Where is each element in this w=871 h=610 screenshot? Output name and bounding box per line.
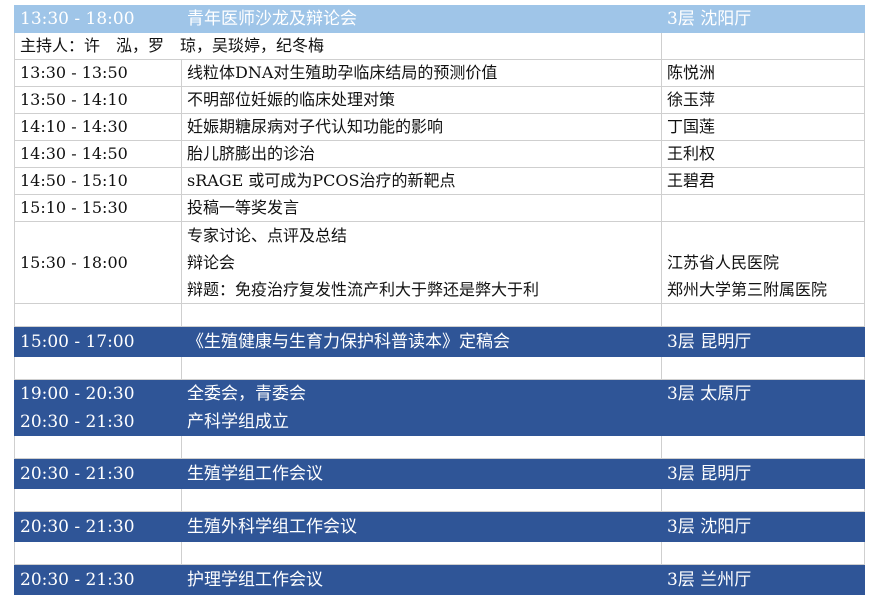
session-title: 产科学组成立 <box>181 407 662 436</box>
session-room: 3层 昆明厅 <box>661 458 865 489</box>
session-header-book: 15:00 - 17:00 《生殖健康与生育力保护科普读本》定稿会 3层 昆明厅 <box>14 326 865 357</box>
spacer-row <box>14 303 865 327</box>
session-title: 生殖学组工作会议 <box>181 458 662 489</box>
empty-cell <box>14 356 182 380</box>
talk-row: 13:50 - 14:10 不明部位妊娠的临床处理对策 徐玉萍 <box>14 86 865 114</box>
schedule-table: 13:30 - 18:00 青年医师沙龙及辩论会 3层 沈阳厅 主持人：许 泓，… <box>14 5 865 595</box>
session-header-surgery-group: 20:30 - 21:30 生殖外科学组工作会议 3层 沈阳厅 <box>14 511 865 542</box>
debate-line-3: 辩题：免疫治疗复发性流产利大于弊还是弊大于利 <box>187 280 540 299</box>
talk-speaker: 王利权 <box>661 140 865 168</box>
debate-line-2: 辩论会 <box>187 253 236 272</box>
session-title: 《生殖健康与生育力保护科普读本》定稿会 <box>181 326 662 357</box>
session-title: 护理学组工作会议 <box>181 564 662 595</box>
talk-topic: 线粒体DNA对生殖助孕临床结局的预测价值 <box>181 59 662 87</box>
talk-topic: 妊娠期糖尿病对子代认知功能的影响 <box>181 113 662 141</box>
talk-time: 14:10 - 14:30 <box>14 113 182 141</box>
session-header-committee: 19:00 - 20:30 全委会，青委会 3层 太原厅 <box>14 379 865 408</box>
talk-row: 13:30 - 13:50 线粒体DNA对生殖助孕临床结局的预测价值 陈悦洲 <box>14 59 865 87</box>
empty-cell <box>661 356 865 380</box>
empty-cell <box>661 541 865 565</box>
session-header-repro-group: 20:30 - 21:30 生殖学组工作会议 3层 昆明厅 <box>14 458 865 489</box>
talk-topic: 胎儿脐膨出的诊治 <box>181 140 662 168</box>
empty-cell <box>14 303 182 327</box>
moderators-row: 主持人：许 泓，罗 琼，吴琰婷，纪冬梅 <box>14 32 865 60</box>
empty-cell <box>661 407 865 436</box>
empty-cell <box>661 32 865 60</box>
talk-speaker: 徐玉萍 <box>661 86 865 114</box>
empty-cell <box>181 541 662 565</box>
debate-row: 15:30 - 18:00 专家讨论、点评及总结 辩论会 辩题：免疫治疗复发性流… <box>14 221 865 304</box>
session-header-nursing-group: 20:30 - 21:30 护理学组工作会议 3层 兰州厅 <box>14 564 865 595</box>
session-header-obstetrics: 20:30 - 21:30 产科学组成立 <box>14 407 865 436</box>
session-room: 3层 沈阳厅 <box>661 5 865 33</box>
empty-cell <box>181 356 662 380</box>
talk-time: 13:50 - 14:10 <box>14 86 182 114</box>
empty-cell <box>14 488 182 512</box>
debate-topic: 专家讨论、点评及总结 辩论会 辩题：免疫治疗复发性流产利大于弊还是弊大于利 <box>181 221 662 304</box>
session-title: 全委会，青委会 <box>181 379 662 408</box>
talk-time: 15:30 - 18:00 <box>14 221 182 304</box>
talk-speaker: 陈悦洲 <box>661 59 865 87</box>
empty-cell <box>14 435 182 459</box>
session-room: 3层 昆明厅 <box>661 326 865 357</box>
session-title: 青年医师沙龙及辩论会 <box>181 5 662 33</box>
talk-time: 13:30 - 13:50 <box>14 59 182 87</box>
empty-cell <box>14 541 182 565</box>
session-time: 19:00 - 20:30 <box>14 379 182 408</box>
talk-row: 14:30 - 14:50 胎儿脐膨出的诊治 王利权 <box>14 140 865 168</box>
session-room: 3层 沈阳厅 <box>661 511 865 542</box>
session-time: 20:30 - 21:30 <box>14 407 182 436</box>
debate-affiliations: 江苏省人民医院 郑州大学第三附属医院 <box>661 221 865 304</box>
moderators-text: 主持人：许 泓，罗 琼，吴琰婷，纪冬梅 <box>14 32 662 60</box>
affiliation-2: 江苏省人民医院 <box>667 253 780 272</box>
talk-row: 15:10 - 15:30 投稿一等奖发言 <box>14 194 865 222</box>
session-time: 20:30 - 21:30 <box>14 458 182 489</box>
session-time: 15:00 - 17:00 <box>14 326 182 357</box>
talk-speaker <box>661 194 865 222</box>
session-room: 3层 太原厅 <box>661 379 865 408</box>
session-header-salon: 13:30 - 18:00 青年医师沙龙及辩论会 3层 沈阳厅 <box>14 5 865 33</box>
talk-topic: 不明部位妊娠的临床处理对策 <box>181 86 662 114</box>
empty-cell <box>661 303 865 327</box>
empty-cell <box>181 488 662 512</box>
spacer-row <box>14 356 865 380</box>
spacer-row <box>14 488 865 512</box>
empty-cell <box>181 435 662 459</box>
debate-line-1: 专家讨论、点评及总结 <box>187 226 348 245</box>
talk-time: 15:10 - 15:30 <box>14 194 182 222</box>
talk-topic: sRAGE 或可成为PCOS治疗的新靶点 <box>181 167 662 195</box>
session-room: 3层 兰州厅 <box>661 564 865 595</box>
affiliation-3: 郑州大学第三附属医院 <box>667 280 828 299</box>
talk-speaker: 丁国莲 <box>661 113 865 141</box>
talk-row: 14:10 - 14:30 妊娠期糖尿病对子代认知功能的影响 丁国莲 <box>14 113 865 141</box>
talk-time: 14:30 - 14:50 <box>14 140 182 168</box>
session-time: 20:30 - 21:30 <box>14 511 182 542</box>
talk-speaker: 王碧君 <box>661 167 865 195</box>
empty-cell <box>661 488 865 512</box>
spacer-row <box>14 541 865 565</box>
empty-cell <box>661 435 865 459</box>
talk-row: 14:50 - 15:10 sRAGE 或可成为PCOS治疗的新靶点 王碧君 <box>14 167 865 195</box>
spacer-row <box>14 435 865 459</box>
affiliation-1 <box>667 223 864 250</box>
session-time: 20:30 - 21:30 <box>14 564 182 595</box>
talk-time: 14:50 - 15:10 <box>14 167 182 195</box>
talk-topic: 投稿一等奖发言 <box>181 194 662 222</box>
session-title: 生殖外科学组工作会议 <box>181 511 662 542</box>
session-time: 13:30 - 18:00 <box>14 5 182 33</box>
empty-cell <box>181 303 662 327</box>
